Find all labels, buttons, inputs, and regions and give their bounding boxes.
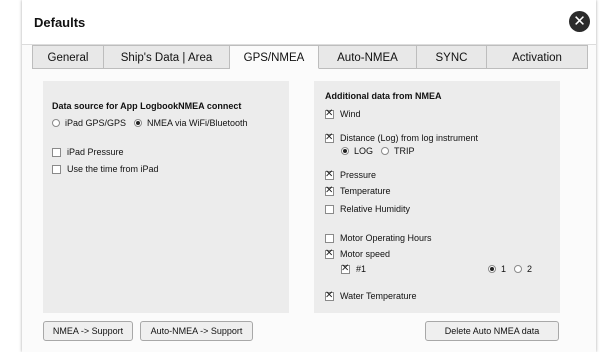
temperature-label: Temperature [340,186,391,196]
temperature-row[interactable]: Temperature [325,185,391,197]
nmea-wifi-label: NMEA via WiFi/Bluetooth [147,118,248,128]
distance-label: Distance (Log) from log instrument [340,133,479,143]
ipad-pressure-checkbox[interactable] [52,147,61,157]
water-temp-label: Water Temperature [340,291,417,301]
distance-radio-group: LOG TRIP [341,146,415,156]
motor-speed-2-label: 2 [527,264,533,274]
nmea-wifi-radio[interactable] [134,119,143,127]
title-bar: Defaults ✕ [22,0,596,45]
wind-checkbox[interactable] [325,108,334,120]
data-source-panel: Data source for App LogbookNMEA connect … [43,81,289,313]
additional-nmea-panel: Additional data from NMEA Wind Distance … [314,81,560,313]
pressure-row[interactable]: Pressure [325,169,377,181]
motor-1-row[interactable]: #1 [341,263,367,275]
log-radio[interactable] [341,147,349,155]
motor-speed-checkbox[interactable] [325,248,334,260]
use-time-checkbox[interactable] [52,164,61,174]
delete-auto-nmea-button[interactable]: Delete Auto NMEA data [425,321,559,341]
tab-sync[interactable]: SYNC [417,45,487,69]
humidity-row[interactable]: Relative Humidity [325,204,410,214]
wind-label: Wind [340,109,361,119]
motor-1-label: #1 [356,264,367,274]
wind-row[interactable]: Wind [325,108,361,120]
motor-speed-radio-group: 1 2 [488,264,532,274]
tab-bar: General Ship's Data | Area GPS/NMEA Auto… [32,45,588,69]
auto-nmea-support-button[interactable]: Auto-NMEA -> Support [140,321,253,341]
motor-hours-row[interactable]: Motor Operating Hours [325,233,432,243]
distance-checkbox[interactable] [325,132,334,144]
motor-1-checkbox[interactable] [341,263,350,275]
tab-gps-nmea[interactable]: GPS/NMEA [230,45,319,69]
ipad-pressure-row[interactable]: iPad Pressure [52,147,124,157]
tab-general[interactable]: General [32,45,104,69]
temperature-checkbox[interactable] [325,185,334,197]
nmea-support-button[interactable]: NMEA -> Support [43,321,133,341]
motor-hours-label: Motor Operating Hours [340,233,432,243]
use-time-row[interactable]: Use the time from iPad [52,164,159,174]
source-radio-group: iPad GPS/GPS NMEA via WiFi/Bluetooth [52,118,248,128]
trip-label: TRIP [394,146,415,156]
motor-speed-2-radio[interactable] [514,265,523,273]
distance-row[interactable]: Distance (Log) from log instrument [325,132,479,144]
humidity-label: Relative Humidity [340,204,411,214]
water-temp-checkbox[interactable] [325,290,334,302]
ipad-gps-radio[interactable] [52,119,60,127]
pressure-checkbox[interactable] [325,169,334,181]
motor-speed-1-label: 1 [501,264,507,274]
motor-speed-1-radio[interactable] [488,265,496,273]
use-time-label: Use the time from iPad [67,164,159,174]
pressure-label: Pressure [340,170,377,180]
data-source-heading: Data source for App LogbookNMEA connect [52,101,242,111]
tab-auto-nmea[interactable]: Auto-NMEA [319,45,417,69]
humidity-checkbox[interactable] [325,204,334,214]
tab-activation[interactable]: Activation [487,45,588,69]
motor-speed-label: Motor speed [340,249,391,259]
tab-ships-data-area[interactable]: Ship's Data | Area [104,45,230,69]
log-label: LOG [354,146,374,156]
additional-nmea-heading: Additional data from NMEA [325,91,442,101]
defaults-dialog: Defaults ✕ General Ship's Data | Area GP… [22,0,596,352]
motor-hours-checkbox[interactable] [325,233,334,243]
trip-radio[interactable] [381,147,390,155]
water-temp-row[interactable]: Water Temperature [325,290,417,302]
motor-speed-row[interactable]: Motor speed [325,248,391,260]
dialog-title: Defaults [34,15,86,30]
ipad-gps-label: iPad GPS/GPS [65,118,127,128]
ipad-pressure-label: iPad Pressure [67,147,124,157]
close-icon[interactable]: ✕ [569,11,590,32]
